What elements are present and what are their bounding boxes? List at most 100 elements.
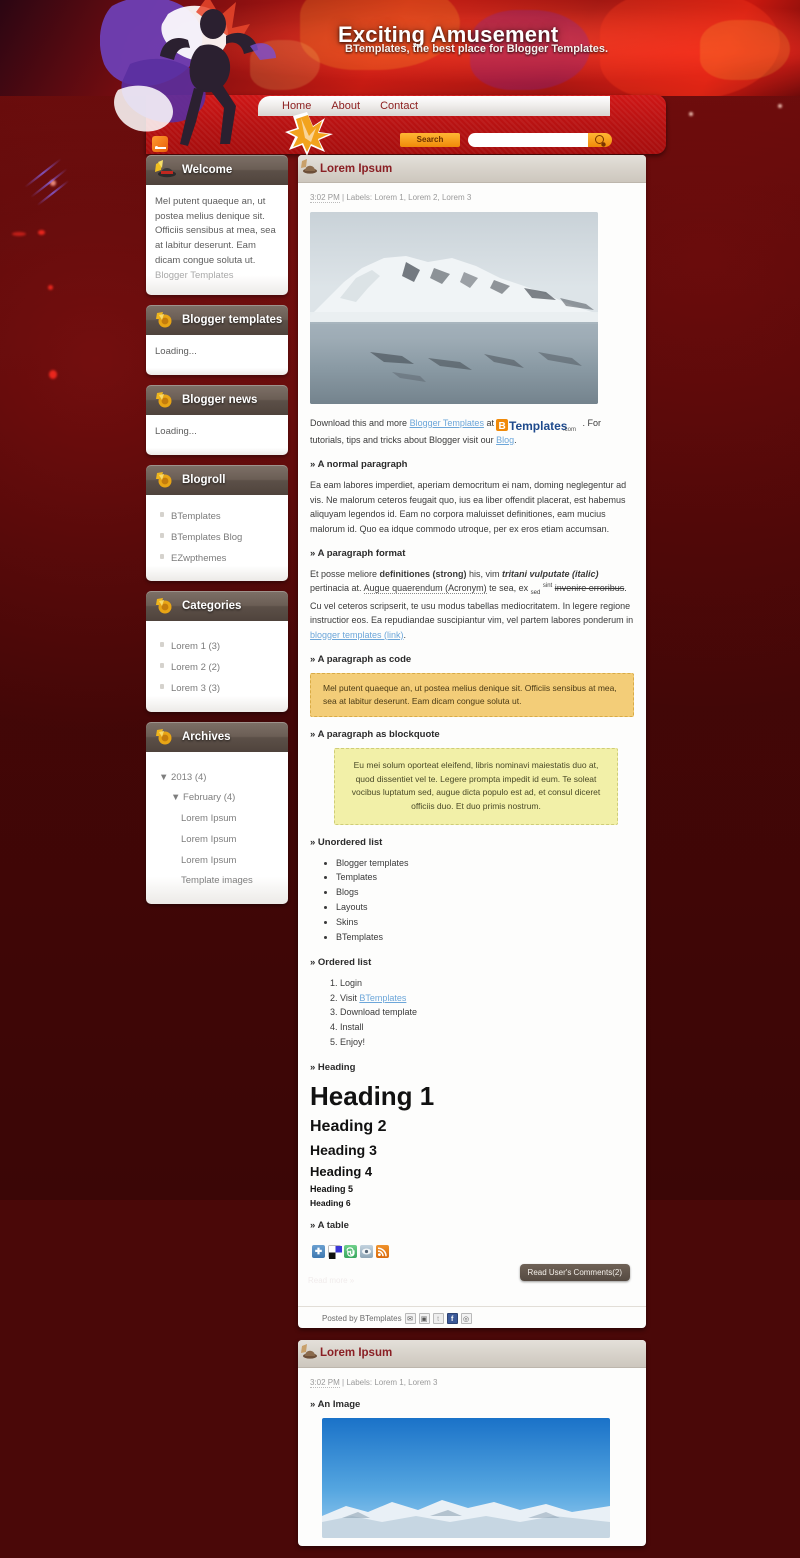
list-item: Enjoy! bbox=[340, 1035, 634, 1050]
widget-blogroll: Blogroll BTemplates BTemplates Blog EZwp… bbox=[146, 465, 288, 582]
widget-welcome: Welcome Mel putent quaeque an, ut postea… bbox=[146, 155, 288, 296]
section-heading-paragraph-format: » A paragraph format bbox=[310, 547, 406, 559]
site-subtitle: BTemplates, the best place for Blogger T… bbox=[345, 43, 609, 55]
share-buttons[interactable] bbox=[312, 1244, 634, 1259]
site-header: Exciting Amusement BTemplates, the best … bbox=[0, 0, 800, 96]
list-item[interactable]: EZwpthemes bbox=[159, 549, 279, 570]
widget-body: Loading... bbox=[146, 415, 288, 456]
blog-link[interactable]: Blog bbox=[496, 435, 514, 445]
archive-post[interactable]: Lorem Ipsum bbox=[155, 851, 279, 872]
post-time: 3:02 PM bbox=[310, 193, 340, 203]
nav-item-contact[interactable]: Contact bbox=[380, 100, 418, 112]
list-item: Layouts bbox=[336, 900, 634, 915]
post-title[interactable]: Lorem Ipsum bbox=[320, 1347, 392, 1359]
archive-post[interactable]: Lorem Ipsum bbox=[155, 830, 279, 851]
archive-year[interactable]: ▼ 2013 (4) bbox=[155, 768, 279, 789]
format-subscript: sed bbox=[530, 590, 541, 597]
section-heading-blockquote: » A paragraph as blockquote bbox=[310, 729, 440, 741]
list-item-label: Lorem 2 (2) bbox=[171, 662, 221, 674]
widget-body: BTemplates BTemplates Blog EZwpthemes bbox=[146, 495, 288, 582]
widget-archives: Archives ▼ 2013 (4) ▼ February (4) Lorem… bbox=[146, 721, 288, 904]
list-item[interactable]: BTemplates bbox=[159, 507, 279, 528]
hat-icon bbox=[300, 158, 318, 178]
post-title[interactable]: Lorem Ipsum bbox=[320, 163, 392, 175]
section-heading-an-image: » An Image bbox=[310, 1398, 361, 1410]
section-heading-table: » A table bbox=[310, 1219, 349, 1231]
blogthis-icon[interactable]: ▣ bbox=[418, 1312, 430, 1324]
widget-body: ▼ 2013 (4) ▼ February (4) Lorem Ipsum Lo… bbox=[146, 751, 288, 904]
list-item[interactable]: Lorem 1 (3) bbox=[159, 637, 279, 658]
heading-2: Heading 2 bbox=[310, 1117, 387, 1135]
post-article: Lorem Ipsum 3:02 PM | Labels: Lorem 1, L… bbox=[298, 155, 646, 1328]
digg-icon[interactable] bbox=[360, 1244, 373, 1258]
search-button[interactable]: Search bbox=[400, 133, 460, 147]
intro-text-a: Download this and more bbox=[310, 418, 410, 428]
archive-post[interactable]: Template images bbox=[155, 871, 279, 892]
widget-body: Mel putent quaeque an, ut postea melius … bbox=[146, 185, 288, 296]
list-item: Templates bbox=[336, 870, 634, 885]
sidebar: Welcome Mel putent quaeque an, ut postea… bbox=[146, 155, 288, 914]
intro-text-b: at bbox=[483, 418, 497, 428]
addthis-icon[interactable] bbox=[312, 1244, 325, 1258]
rss-icon[interactable] bbox=[152, 136, 168, 152]
format-text-a: Et posse meliore bbox=[310, 568, 380, 579]
starburst-icon bbox=[285, 112, 333, 156]
welcome-link[interactable]: Blogger Templates bbox=[155, 270, 234, 281]
archive-month[interactable]: ▼ February (4) bbox=[155, 788, 279, 809]
section-heading-normal-paragraph: » A normal paragraph bbox=[310, 459, 408, 471]
read-more-link[interactable]: Read more » bbox=[308, 1276, 354, 1285]
btemplates-ordered-link[interactable]: BTemplates bbox=[359, 993, 406, 1003]
blogger-templates-link[interactable]: Blogger Templates bbox=[410, 418, 484, 428]
list-item: Blogger templates bbox=[336, 856, 634, 871]
post-article: Lorem Ipsum 3:02 PM | Labels: Lorem 1, L… bbox=[298, 1339, 646, 1546]
decorative-spark bbox=[38, 230, 45, 235]
widget-header: Archives bbox=[146, 721, 288, 752]
nav-item-about[interactable]: About bbox=[331, 100, 360, 112]
read-comments-button[interactable]: Read User's Comments(2) bbox=[519, 1263, 630, 1281]
stumbleupon-icon[interactable] bbox=[344, 1244, 357, 1258]
widget-header: Welcome bbox=[146, 155, 288, 185]
post-time: 3:02 PM bbox=[310, 1377, 340, 1388]
list-item[interactable]: BTemplates Blog bbox=[159, 528, 279, 549]
main-content: Lorem Ipsum 3:02 PM | Labels: Lorem 1, L… bbox=[298, 155, 646, 1558]
rss-icon[interactable] bbox=[376, 1244, 389, 1258]
heading-1: Heading 1 bbox=[310, 1080, 435, 1111]
widget-title: Blogger templates bbox=[182, 314, 283, 327]
loading-text: Loading... bbox=[155, 426, 197, 438]
widget-body: Loading... bbox=[146, 335, 288, 376]
star-icon bbox=[154, 470, 176, 490]
search-input[interactable] bbox=[468, 133, 588, 147]
post-body: 3:02 PM | Labels: Lorem 1, Lorem 3 » An … bbox=[298, 1368, 646, 1546]
list-item[interactable]: Lorem 3 (3) bbox=[159, 679, 279, 700]
heading-4: Heading 4 bbox=[310, 1163, 373, 1179]
header-splat bbox=[250, 40, 320, 90]
pinterest-icon[interactable]: ◎ bbox=[460, 1312, 472, 1324]
archive-post[interactable]: Lorem Ipsum bbox=[155, 809, 279, 830]
ordered-list: Login Visit BTemplates Download template… bbox=[310, 976, 634, 1050]
post-footer: Posted by BTemplates ✉ ▣ t f ◎ bbox=[298, 1305, 646, 1328]
widget-title: Blogroll bbox=[182, 474, 226, 487]
email-icon[interactable]: ✉ bbox=[404, 1312, 416, 1324]
decorative-spark bbox=[778, 104, 782, 108]
format-text-d: te sea, ex bbox=[486, 583, 531, 594]
hat-icon bbox=[154, 160, 176, 180]
post-actions: Read User's Comments(2) Read more » bbox=[308, 1263, 634, 1294]
format-paragraph: Et posse meliore definitiones (strong) h… bbox=[310, 567, 634, 642]
delicious-icon[interactable] bbox=[328, 1244, 342, 1259]
twitter-icon[interactable]: t bbox=[432, 1312, 444, 1324]
list-item-label: EZwpthemes bbox=[171, 552, 227, 564]
list-item[interactable]: Lorem 2 (2) bbox=[159, 658, 279, 679]
post-labels: | Labels: Lorem 1, Lorem 2, Lorem 3 bbox=[342, 193, 472, 202]
search-magnifier-icon[interactable] bbox=[588, 133, 612, 147]
blogger-templates-inline-link[interactable]: blogger templates (link) bbox=[310, 630, 404, 640]
nav-item-home[interactable]: Home bbox=[282, 100, 311, 112]
heading-5: Heading 5 bbox=[310, 1183, 354, 1194]
search-form[interactable]: Search bbox=[400, 133, 612, 147]
decorative-spark bbox=[689, 112, 693, 116]
widget-blogger-news: Blogger news Loading... bbox=[146, 385, 288, 456]
star-icon bbox=[154, 310, 176, 330]
format-italic: tritani vulputate (italic) bbox=[502, 568, 599, 579]
format-text-b: his, vim bbox=[466, 568, 503, 579]
format-text-f: . bbox=[403, 629, 407, 640]
facebook-icon[interactable]: f bbox=[446, 1312, 458, 1324]
